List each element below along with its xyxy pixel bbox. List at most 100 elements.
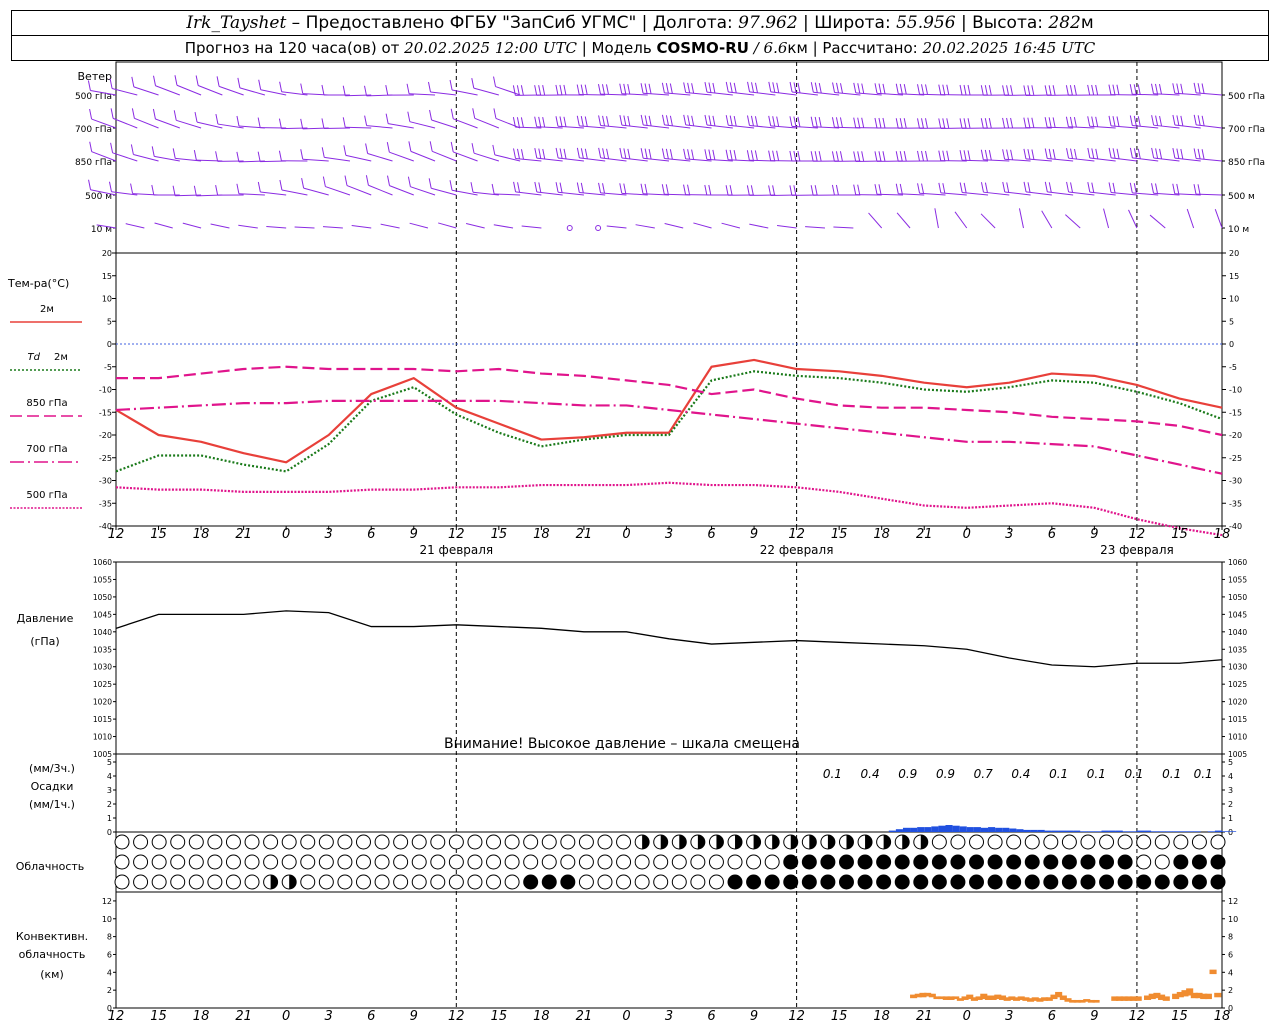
wind-barb-feather <box>832 82 836 93</box>
wind-barb <box>640 183 670 196</box>
wind-barb-feather <box>555 147 559 159</box>
temp-tick-label-left: -5 <box>104 363 112 372</box>
cloud-symbol-half <box>289 875 297 889</box>
wind-barb-feather <box>754 116 758 127</box>
wind-barb-shaft <box>934 208 939 229</box>
precip-bar <box>1136 830 1145 832</box>
temp-tick-label-left: -20 <box>99 431 112 440</box>
wind-barb <box>215 151 244 162</box>
cloud-symbol <box>1099 874 1115 890</box>
wind-barb-feather <box>365 175 369 186</box>
precip-tick-right: 5 <box>1228 758 1233 767</box>
cloud-symbol <box>114 874 130 890</box>
wind-barb-feather <box>1151 147 1155 159</box>
wind-barb-feather <box>988 150 992 161</box>
wind-barb-feather <box>321 118 325 129</box>
cloud-symbol-half <box>827 835 835 849</box>
wind-barb-feather <box>725 185 729 196</box>
precip-tick-right: 0 <box>1228 828 1233 837</box>
cloud-symbol <box>244 854 260 870</box>
wind-barb-feather <box>300 83 304 94</box>
wind-barb-shaft <box>133 153 159 162</box>
cloud-symbol <box>411 874 427 890</box>
wind-barb-feather <box>472 108 476 119</box>
wind-barb-feather <box>364 115 368 126</box>
wind-barb-feather <box>648 83 652 94</box>
cloud-symbol <box>931 854 947 870</box>
wind-barb-feather <box>853 151 857 162</box>
wind-barb-feather <box>665 184 669 195</box>
wind-barb-shaft <box>453 118 478 129</box>
cloud-title: Облачность <box>16 860 85 873</box>
wind-barb-feather <box>278 118 282 129</box>
cloud-symbol <box>337 874 353 890</box>
precip-bar <box>1229 831 1237 832</box>
wind-barb-feather <box>835 151 839 162</box>
wind-barb-feather <box>747 81 751 92</box>
conv-title-line1: Конвективн. <box>16 930 88 943</box>
wind-barb-feather <box>878 117 882 129</box>
cloud-symbol <box>523 874 539 890</box>
precip-3h-total: 0.9 <box>936 767 955 781</box>
precip-bar <box>1094 831 1102 832</box>
wind-barb-feather <box>946 150 950 161</box>
wind-barb <box>534 181 563 196</box>
wind-barb-feather <box>627 115 631 127</box>
precip-bar <box>952 825 960 832</box>
precip-3h-total: 0.1 <box>1087 767 1106 781</box>
conv-bar <box>1162 996 1170 1001</box>
wind-barb-feather <box>1095 148 1099 159</box>
wind-barb-shaft <box>749 223 769 229</box>
precip-unit-bottom: (мм/1ч.) <box>29 798 75 811</box>
temp-tick-label-left: -15 <box>99 408 112 417</box>
precip-tick-left: 2 <box>107 800 112 809</box>
wind-barb <box>491 183 521 196</box>
wind-barb-feather <box>1133 183 1137 194</box>
cloud-symbol <box>467 834 483 850</box>
conv-tick-right: 0 <box>1228 1004 1233 1013</box>
wind-barb-feather <box>1129 84 1133 95</box>
cloud-symbol-half <box>660 835 668 849</box>
precip-bar <box>945 825 953 832</box>
wind-barb-feather <box>602 115 606 126</box>
wind-barb <box>237 77 266 96</box>
wind-barb-feather <box>1193 114 1197 125</box>
cloud-symbol <box>1061 874 1077 890</box>
pressure-tick-right: 1035 <box>1228 645 1247 654</box>
x-tick-label-bottom: 21 <box>576 1009 593 1024</box>
wind-barb-shaft <box>345 154 372 162</box>
wind-barb <box>725 185 755 196</box>
precip-tick-right: 3 <box>1228 786 1233 795</box>
wind-barb-feather <box>385 85 389 96</box>
temp-tick-label-left: -30 <box>99 477 112 486</box>
wind-barb-feather <box>1108 147 1112 158</box>
wind-barb-shaft <box>260 89 287 96</box>
wind-barb-shaft <box>154 222 173 229</box>
temp-tick-label-left: 0 <box>107 340 112 349</box>
wind-barb-feather <box>853 184 857 195</box>
cloud-symbol <box>355 874 371 890</box>
wind-barb-feather <box>1048 148 1052 159</box>
wind-barb-feather <box>861 83 865 94</box>
wind-barb-shaft <box>1103 208 1110 229</box>
wind-barb-feather <box>831 184 835 196</box>
pressure-tick-left: 1025 <box>93 680 112 689</box>
wind-barb-feather <box>810 151 814 162</box>
wind-barb-feather <box>538 182 542 193</box>
wind-barb-feather <box>1116 148 1120 159</box>
cloud-symbol <box>300 874 316 890</box>
wind-barb-feather <box>584 84 588 95</box>
cloud-symbol <box>1154 874 1170 890</box>
wind-barb-feather <box>559 84 563 96</box>
wind-barb-shaft <box>1214 209 1223 229</box>
precip-bar <box>938 825 946 832</box>
cloud-symbol <box>746 854 762 870</box>
cloud-symbol <box>876 874 892 890</box>
pressure-line <box>115 610 1223 668</box>
wind-barb-feather <box>1002 181 1006 193</box>
wind-barb <box>130 183 159 196</box>
wind-barb-feather <box>725 81 729 93</box>
wind-barb-feather <box>797 82 801 94</box>
cloud-symbol <box>318 854 334 870</box>
precip-bar <box>1186 831 1194 832</box>
